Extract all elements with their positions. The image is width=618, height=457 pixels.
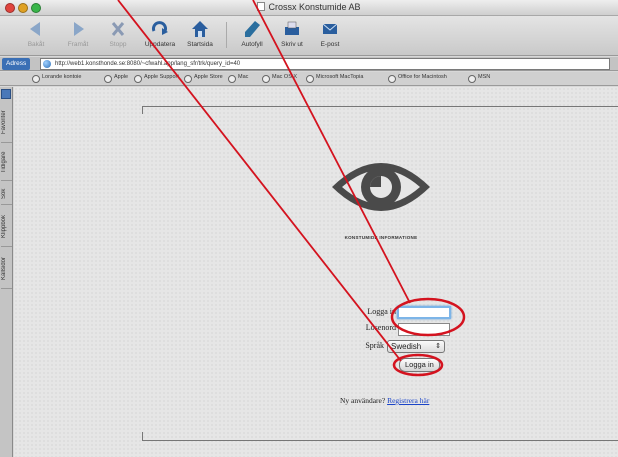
globe-icon (104, 75, 112, 83)
favorite-item[interactable]: Office for Macintosh (388, 74, 447, 83)
print-button-label: Skriv ut (281, 41, 303, 48)
password-input[interactable] (398, 323, 450, 336)
globe-icon (228, 75, 236, 83)
eye-logo-icon (326, 147, 436, 227)
tab-history[interactable]: Tidigare (1, 145, 12, 181)
language-select[interactable]: Swedish ⇕ (387, 340, 445, 353)
mail-icon (319, 19, 341, 39)
home-button-label: Startsida (187, 41, 213, 48)
forward-button-label: Framåt (67, 41, 89, 48)
globe-icon (388, 75, 396, 83)
tab-favorites[interactable]: Favoriter (1, 103, 12, 143)
favorite-item[interactable]: Apple Store (184, 74, 223, 83)
forward-button[interactable]: Framåt (58, 19, 98, 48)
back-button[interactable]: Bakåt (16, 19, 56, 48)
forward-arrow-icon (67, 19, 89, 39)
home-icon (189, 19, 211, 39)
logo-text: KONSTUMIDE INFORMATIONE (344, 235, 418, 240)
globe-icon (468, 75, 476, 83)
stop-button[interactable]: Stopp (98, 19, 138, 48)
back-arrow-icon (25, 19, 47, 39)
stop-button-label: Stopp (109, 41, 127, 48)
favorite-label: Mac OS X (272, 74, 298, 80)
tab-search[interactable]: Sök (1, 183, 12, 205)
favorite-item[interactable]: Lorande kontoie (32, 74, 82, 83)
autofill-button-label: Autofyll (241, 41, 263, 48)
favorite-item[interactable]: MSN (468, 74, 491, 83)
stop-x-icon (107, 19, 129, 39)
favorite-label: Apple Store (194, 74, 223, 80)
favorite-item[interactable]: Apple (104, 74, 129, 83)
favorite-item[interactable]: Apple Support (134, 74, 179, 83)
frame-divider (142, 432, 143, 440)
url-text: http://web1.konsthonde.se:8080/~cfwahl.a… (55, 61, 241, 67)
home-button[interactable]: Startsida (180, 19, 220, 48)
autofill-button[interactable]: Autofyll (232, 19, 272, 48)
username-input[interactable] (397, 306, 451, 319)
browser-toolbar: Bakåt Framåt Stopp Uppdatera Startsida A… (0, 16, 618, 56)
favorite-label: Mac (238, 74, 249, 80)
refresh-button-label: Uppdatera (144, 41, 176, 48)
favorite-item[interactable]: Mac (228, 74, 249, 83)
favorite-label: Apple Support (144, 74, 179, 80)
email-button-label: E-post (320, 41, 340, 48)
tab-page-holder[interactable]: Källsidor (1, 249, 12, 289)
favorite-item[interactable]: Microsoft MacTopia (306, 74, 364, 83)
email-button[interactable]: E-post (310, 19, 350, 48)
document-icon (257, 2, 266, 11)
back-button-label: Bakåt (27, 41, 45, 48)
favorites-bar: Lorande kontoie Apple Apple Support Appl… (0, 72, 618, 86)
globe-icon (262, 75, 270, 83)
password-label: Lösenord (365, 323, 396, 332)
favorite-label: Office for Macintosh (398, 74, 447, 80)
new-user-text: Ny användare? (340, 396, 386, 405)
globe-icon (184, 75, 192, 83)
window-titlebar: Crossx Konstumide AB (0, 0, 618, 16)
address-bar: Adress http://web1.konsthonde.se:8080/~c… (0, 57, 618, 71)
language-label: Språk (365, 341, 384, 350)
window-title-text: Crossx Konstumide AB (268, 2, 361, 12)
url-input[interactable]: http://web1.konsthonde.se:8080/~cfwahl.a… (40, 58, 610, 70)
frame-divider (142, 440, 618, 441)
address-label: Adress (2, 58, 31, 70)
frame-divider (142, 106, 143, 114)
login-button[interactable]: Logga in (399, 358, 440, 372)
favorite-label: Apple (114, 74, 129, 80)
refresh-button[interactable]: Uppdatera (140, 19, 180, 48)
language-select-value: Swedish (391, 342, 422, 351)
globe-icon (32, 75, 40, 83)
favorite-label: Microsoft MacTopia (316, 74, 364, 80)
window-title: Crossx Konstumide AB (0, 2, 618, 12)
favorite-item[interactable]: Mac OS X (262, 74, 298, 83)
web-page-content: KONSTUMIDE INFORMATIONE Logga in Lösenor… (14, 87, 618, 457)
tab-scrapbook[interactable]: Klippbok (1, 207, 12, 247)
sidebar-toggle-button[interactable] (1, 89, 11, 99)
explorer-sidebar: Favoriter Tidigare Sök Klippbok Källsido… (0, 87, 13, 457)
globe-icon (43, 60, 51, 68)
updown-arrows-icon: ⇕ (435, 343, 441, 350)
printer-icon (281, 19, 303, 39)
favorite-label: MSN (478, 74, 491, 80)
favorite-label: Lorande kontoie (42, 74, 82, 80)
globe-icon (306, 75, 314, 83)
refresh-icon (149, 19, 171, 39)
autofill-pen-icon (241, 19, 263, 39)
globe-icon (134, 75, 142, 83)
register-link[interactable]: Registrera här (387, 396, 429, 405)
username-label: Logga in (367, 307, 396, 316)
new-user-prompt: Ny användare? Registrera här (340, 396, 429, 405)
frame-divider (142, 106, 618, 107)
print-button[interactable]: Skriv ut (272, 19, 312, 48)
